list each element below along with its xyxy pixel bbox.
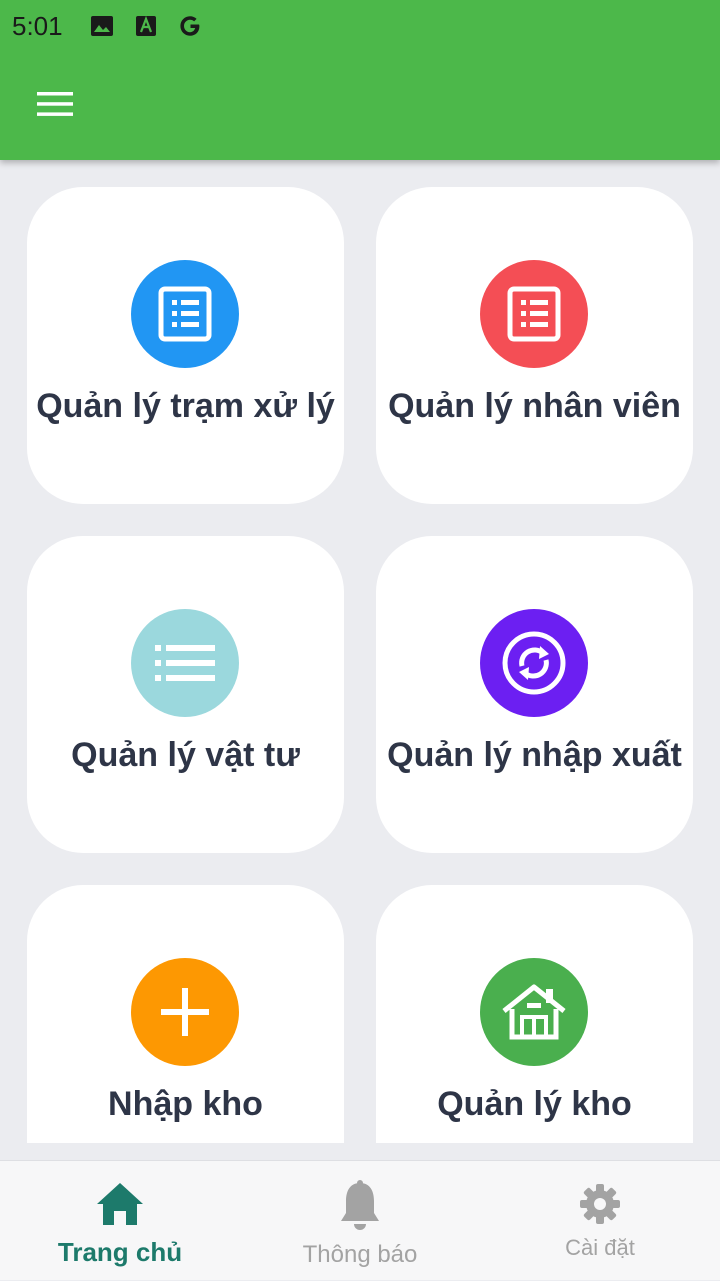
form-list-icon <box>480 260 588 368</box>
form-list-icon <box>131 260 239 368</box>
status-time: 5:01 <box>12 10 63 41</box>
bell-icon <box>240 1179 480 1233</box>
card-label: Quản lý vật tư <box>71 736 300 774</box>
menu-button[interactable] <box>30 82 80 126</box>
house-icon <box>480 958 588 1066</box>
sync-icon <box>480 609 588 717</box>
plus-icon <box>131 958 239 1066</box>
google-g-icon <box>177 13 203 39</box>
gear-icon <box>480 1183 720 1225</box>
image-icon <box>89 13 115 39</box>
nav-label-settings: Cài đặt <box>565 1235 635 1260</box>
bottom-navigation: Trang chủ Thông báo Cài đặt <box>0 1160 720 1280</box>
list-icon <box>131 609 239 717</box>
dashboard-grid: Quản lý trạm xử lý Quản lý nhân viên Quả… <box>0 160 720 1143</box>
card-warehouse-management[interactable]: Quản lý kho <box>376 885 693 1143</box>
card-label: Quản lý kho <box>437 1085 632 1123</box>
status-bar: 5:01 <box>0 0 720 52</box>
card-import-export-management[interactable]: Quản lý nhập xuất <box>376 536 693 853</box>
card-staff-management[interactable]: Quản lý nhân viên <box>376 187 693 504</box>
nav-home[interactable]: Trang chủ <box>0 1161 240 1281</box>
hamburger-menu-icon <box>37 92 73 116</box>
app-bar <box>0 52 720 160</box>
card-label: Quản lý nhập xuất <box>387 736 682 774</box>
font-a-icon <box>133 13 159 39</box>
card-label: Nhập kho <box>108 1085 263 1123</box>
card-stock-in[interactable]: Nhập kho <box>27 885 344 1143</box>
card-label: Quản lý trạm xử lý <box>36 387 335 425</box>
card-station-management[interactable]: Quản lý trạm xử lý <box>27 187 344 504</box>
home-icon <box>0 1181 240 1227</box>
card-label: Quản lý nhân viên <box>388 387 681 425</box>
nav-label-home: Trang chủ <box>57 1237 183 1267</box>
nav-notifications[interactable]: Thông báo <box>240 1161 480 1281</box>
nav-settings[interactable]: Cài đặt <box>480 1161 720 1281</box>
nav-label-notifications: Thông báo <box>302 1241 418 1268</box>
card-supplies-management[interactable]: Quản lý vật tư <box>27 536 344 853</box>
